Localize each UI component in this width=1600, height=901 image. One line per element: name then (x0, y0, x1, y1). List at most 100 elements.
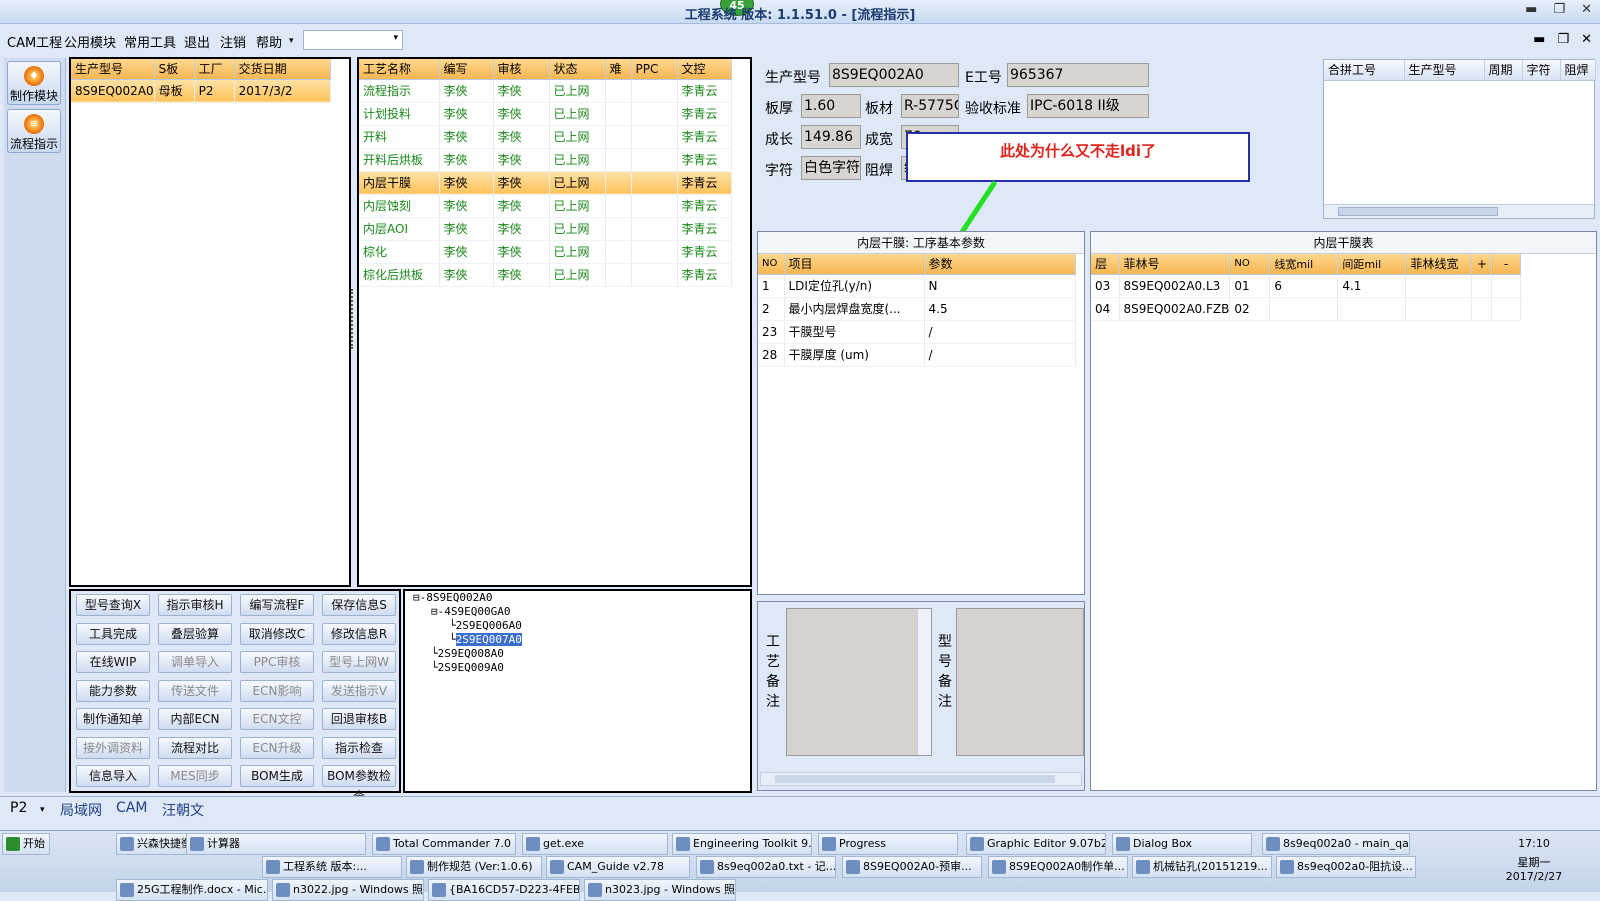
close-icon[interactable]: ✕ (1581, 2, 1592, 17)
col-item[interactable]: 项目 (784, 254, 925, 275)
col-delivery[interactable]: 交货日期 (234, 59, 332, 80)
splitter-handle[interactable] (351, 289, 357, 349)
col-combine-mask[interactable]: 阻焊 (1560, 60, 1596, 81)
tree-sibling[interactable]: └2S9EQ009A0 (431, 661, 504, 674)
process-notes-field[interactable] (786, 608, 932, 756)
close-icon[interactable]: ✕ (1581, 32, 1592, 47)
table-row[interactable]: 开料 李俠 李俠 已上网 李青云 (359, 125, 732, 149)
action-button[interactable]: 编写流程F (240, 594, 314, 616)
col-film-idx[interactable]: NO (1229, 254, 1271, 275)
table-row[interactable]: 内层AOI 李俠 李俠 已上网 李青云 (359, 217, 732, 241)
flow-guide-button[interactable]: ≡ 流程指示 (7, 109, 61, 153)
taskbar-item[interactable]: 制作规范 (Ver:1.0.6) (406, 856, 542, 878)
action-button[interactable]: MES同步 (158, 765, 232, 787)
action-button[interactable]: ECN文控 (240, 708, 314, 730)
action-button[interactable]: 修改信息R (322, 622, 396, 645)
col-combine-model[interactable]: 生产型号 (1404, 60, 1485, 81)
action-button[interactable]: 回退审核B (322, 708, 396, 730)
action-button[interactable]: BOM参数检查 (322, 765, 396, 803)
tree-root[interactable]: ⊟-8S9EQ002A0 (413, 591, 492, 604)
table-row[interactable]: 内层干膜 李俠 李俠 已上网 李青云 (359, 171, 732, 195)
col-reviewer[interactable]: 审核 (493, 59, 550, 80)
col-film-linewidth[interactable]: 菲林线宽 (1405, 254, 1473, 275)
tree-sibling[interactable]: └2S9EQ008A0 (431, 647, 504, 660)
col-combine-no[interactable]: 合拼工号 (1324, 60, 1405, 81)
menu-exit[interactable]: 退出 (184, 32, 210, 51)
table-row[interactable]: 内层蚀刻 李俠 李俠 已上网 李青云 (359, 194, 732, 218)
action-button[interactable]: 发送指示V (322, 679, 396, 702)
restore-icon[interactable]: ❐ (1557, 32, 1569, 47)
action-button[interactable]: 保存信息S (322, 594, 396, 616)
col-factory[interactable]: 工厂 (194, 59, 235, 80)
menu-cam[interactable]: CAM工程 (7, 32, 62, 51)
minimize-icon[interactable]: ▬ (1525, 2, 1537, 17)
minimize-icon[interactable]: ▬ (1533, 32, 1545, 47)
col-model[interactable]: 生产型号 (71, 59, 155, 80)
action-button[interactable]: 型号上网W (322, 651, 396, 673)
silkscreen-field[interactable]: 白色字符 (801, 156, 861, 180)
eno-field[interactable]: 965367 (1007, 63, 1149, 87)
table-row[interactable]: 23 干膜型号 / (758, 320, 1076, 344)
taskbar-item[interactable]: CAM_Guide v2.78 (546, 856, 690, 878)
col-doc-control[interactable]: 文控 (677, 59, 732, 80)
table-row[interactable]: 棕化 李俠 李俠 已上网 李青云 (359, 240, 732, 264)
action-button[interactable]: 能力参数 (76, 679, 150, 702)
add-button[interactable]: + (1471, 254, 1493, 275)
length-field[interactable]: 149.86 (801, 125, 861, 149)
action-button[interactable]: 信息导入 (76, 765, 150, 787)
action-button[interactable]: 调单导入 (158, 651, 232, 673)
col-status[interactable]: 状态 (549, 59, 606, 80)
horizontal-scrollbar[interactable] (760, 772, 1082, 786)
col-sboard[interactable]: S板 (154, 59, 195, 80)
action-button[interactable]: BOM生成 (240, 765, 314, 787)
tab-user[interactable]: 汪朝文 (162, 800, 204, 820)
factory-selector[interactable]: P2 (10, 800, 27, 816)
col-layer[interactable]: 层 (1091, 254, 1120, 275)
action-button[interactable]: 工具完成 (76, 622, 150, 645)
taskbar-item[interactable]: 8S9EQ002A0制作单... (988, 856, 1128, 878)
thickness-field[interactable]: 1.60 (801, 94, 861, 118)
taskbar-item[interactable]: n3023.jpg - Windows 照... (584, 879, 736, 901)
model-notes-field[interactable] (956, 608, 1084, 756)
col-process[interactable]: 工艺名称 (359, 59, 440, 80)
col-ppc[interactable]: PPC (631, 59, 678, 80)
toolbar-combo[interactable]: ▾ (303, 30, 403, 50)
taskbar-item[interactable]: 8s9eq002a0 - main_qa (1262, 833, 1410, 855)
action-button[interactable]: 制作通知单 (76, 708, 150, 730)
menu-common[interactable]: 公用模块 (64, 32, 116, 51)
table-row[interactable]: 2 最小内层焊盘宽度(... 4.5 (758, 297, 1076, 321)
taskbar-item[interactable]: 8s9eq002a0-阻抗设... (1276, 856, 1416, 878)
tab-cam[interactable]: CAM (116, 800, 147, 816)
taskbar-item[interactable]: Engineering Toolkit 9.... (672, 833, 812, 855)
col-param[interactable]: 参数 (924, 254, 1076, 275)
action-button[interactable]: ECN升级 (240, 736, 314, 759)
table-row[interactable]: 28 干膜厚度 (um) / (758, 343, 1076, 367)
menu-tools[interactable]: 常用工具 (124, 32, 176, 51)
menu-logout[interactable]: 注销 (220, 32, 246, 51)
menu-help[interactable]: 帮助 (256, 32, 282, 51)
horizontal-scrollbar[interactable] (1324, 204, 1594, 218)
table-row[interactable]: 计划投料 李俠 李俠 已上网 李青云 (359, 102, 732, 126)
taskbar-item[interactable]: 计算器 (186, 833, 366, 855)
col-no[interactable]: NO (758, 254, 785, 275)
clock[interactable]: 17:10 星期一 2017/2/27 (1504, 837, 1564, 883)
action-button[interactable]: 传送文件 (158, 679, 232, 702)
taskbar-item[interactable]: 8s9eq002a0.txt - 记... (696, 856, 836, 878)
remove-button[interactable]: - (1491, 254, 1521, 275)
collapse-icon[interactable]: ⊟ (431, 605, 438, 618)
chevron-down-icon[interactable]: ▾ (289, 36, 294, 46)
action-button[interactable]: ECN影响 (240, 679, 314, 702)
taskbar-item[interactable]: get.exe (522, 833, 668, 855)
table-row[interactable]: 流程指示 李俠 李俠 已上网 李青云 (359, 79, 732, 103)
col-combine-char[interactable]: 字符 (1522, 60, 1561, 81)
model-field[interactable]: 8S9EQ002A0 (829, 63, 959, 87)
standard-field[interactable]: IPC-6018 II级 (1027, 94, 1149, 118)
start-button[interactable]: 开始 (2, 833, 50, 855)
collapse-icon[interactable]: ⊟ (413, 591, 420, 604)
col-film-no[interactable]: 菲林号 (1119, 254, 1231, 275)
tree-child[interactable]: ⊟-4S9EQ00GA0 (431, 605, 510, 618)
action-button[interactable]: 取消修改C (240, 622, 314, 645)
table-row[interactable]: 棕化后烘板 李俠 李俠 已上网 李青云 (359, 263, 732, 287)
table-row[interactable]: 8S9EQ002A0 母板 P2 2017/3/2 (71, 79, 332, 103)
action-button[interactable]: 型号查询X (76, 594, 150, 616)
